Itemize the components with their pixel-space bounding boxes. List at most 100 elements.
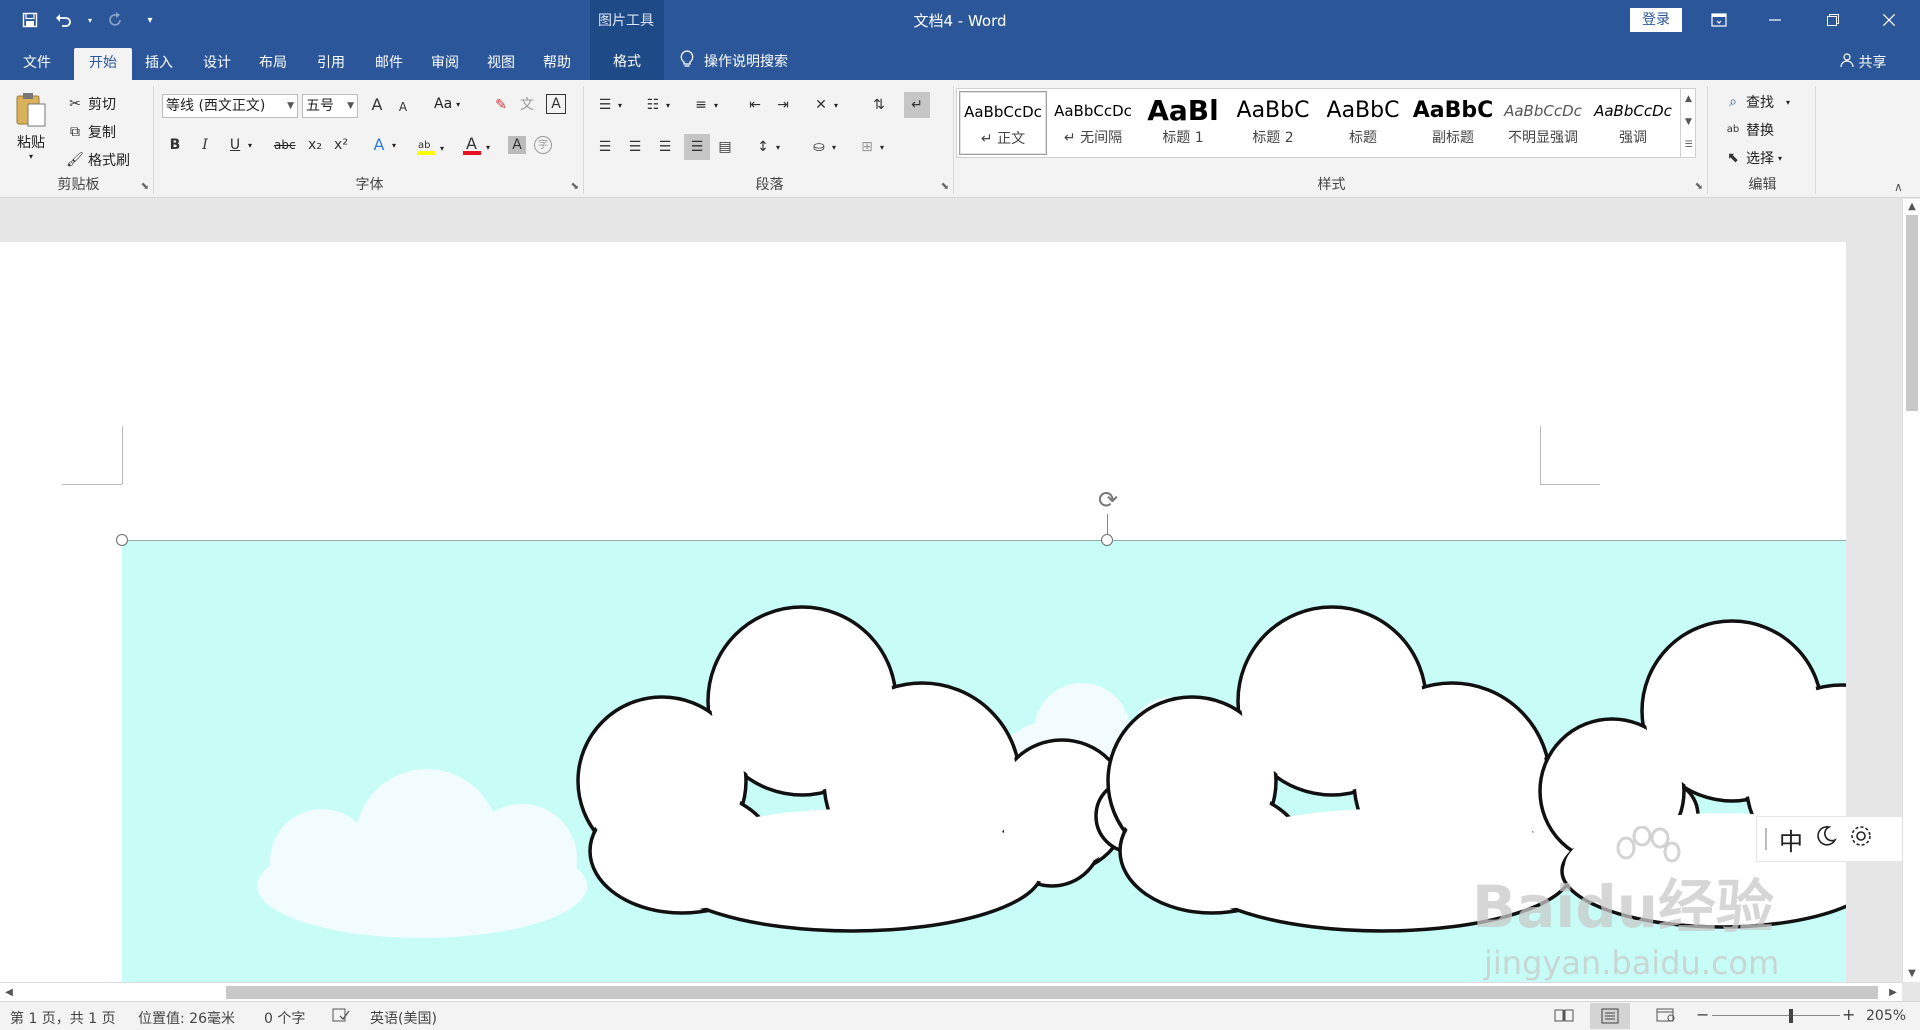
horizontal-scrollbar[interactable]: ◀ ▶ xyxy=(0,982,1902,1001)
tab-help[interactable]: 帮助 xyxy=(532,48,582,80)
tab-home[interactable]: 开始 xyxy=(74,48,132,80)
collapse-ribbon-icon[interactable]: ∧ xyxy=(1894,180,1903,194)
tab-view[interactable]: 视图 xyxy=(476,48,526,80)
borders-button[interactable]: ⊞ ▾ xyxy=(858,138,884,156)
char-border-button[interactable]: A xyxy=(546,94,566,114)
gear-icon[interactable] xyxy=(1849,824,1873,854)
subscript-button[interactable]: x₂ xyxy=(306,136,324,154)
scroll-left-icon[interactable]: ◀ xyxy=(0,983,18,1002)
asian-layout-button[interactable]: ✕ ▾ xyxy=(812,96,838,114)
numbering-button[interactable]: ☷ ▾ xyxy=(644,96,670,114)
vertical-scroll-thumb[interactable] xyxy=(1906,215,1918,411)
grow-font-button[interactable]: A xyxy=(368,96,386,114)
tell-me-search[interactable]: 操作说明搜索 xyxy=(680,50,788,72)
dialog-launcher-icon[interactable]: ⬊ xyxy=(941,181,949,192)
vertical-position[interactable]: 位置值: 26毫米 xyxy=(138,1008,235,1028)
decrease-indent-button[interactable]: ⇤ xyxy=(746,96,764,114)
minimize-icon[interactable] xyxy=(1752,0,1798,40)
ime-mode-toggle[interactable]: 中 xyxy=(1779,822,1803,857)
dialog-launcher-icon[interactable]: ⬊ xyxy=(1695,181,1703,192)
tab-mailings[interactable]: 邮件 xyxy=(364,48,414,80)
zoom-slider[interactable] xyxy=(1712,1015,1840,1016)
resize-handle[interactable] xyxy=(116,534,128,546)
style-item-heading-2[interactable]: AaBbC 标题 2 xyxy=(1229,91,1317,155)
show-marks-button[interactable]: ↵ xyxy=(904,92,930,118)
zoom-level[interactable]: 205% xyxy=(1866,1008,1906,1024)
login-button[interactable]: 登录 xyxy=(1630,8,1682,32)
tab-layout[interactable]: 布局 xyxy=(248,48,298,80)
horizontal-scroll-thumb[interactable] xyxy=(226,986,1878,999)
distributed-button[interactable]: ▤ xyxy=(716,138,734,156)
restore-icon[interactable] xyxy=(1810,0,1856,40)
resize-handle[interactable] xyxy=(1101,534,1113,546)
shading-button[interactable]: ⛀ ▾ xyxy=(810,138,836,156)
dialog-launcher-icon[interactable]: ⬊ xyxy=(141,181,149,192)
rotate-handle-icon[interactable]: ⟳ xyxy=(1094,486,1122,514)
style-item-heading-1[interactable]: AaBl 标题 1 xyxy=(1139,91,1227,155)
chevron-up-icon[interactable]: ▲ xyxy=(1681,88,1696,111)
zoom-out-button[interactable]: − xyxy=(1696,1005,1709,1024)
scroll-up-icon[interactable]: ▲ xyxy=(1903,199,1920,215)
dialog-launcher-icon[interactable]: ⬊ xyxy=(571,181,579,192)
vertical-scrollbar[interactable]: ▲ ▼ xyxy=(1902,199,1920,982)
styles-scroll[interactable]: ▲ ▼ ☰ xyxy=(1680,88,1696,158)
chevron-down-icon[interactable]: ▼ xyxy=(1681,111,1696,134)
enclose-char-button[interactable]: 字 xyxy=(534,136,552,154)
zoom-slider-thumb[interactable] xyxy=(1789,1009,1793,1023)
paste-button[interactable]: 粘贴 ▾ xyxy=(14,90,48,161)
print-layout-icon[interactable] xyxy=(1590,1003,1630,1029)
bullets-button[interactable]: ☰ ▾ xyxy=(596,96,622,114)
select-button[interactable]: ⬉ 选择 ▾ xyxy=(1724,148,1782,168)
increase-indent-button[interactable]: ⇥ xyxy=(774,96,792,114)
text-effects-button[interactable]: A ▾ xyxy=(370,136,397,154)
shrink-font-button[interactable]: A xyxy=(394,98,412,116)
underline-button[interactable]: U ▾ xyxy=(226,136,252,154)
justify-button[interactable]: ☰ xyxy=(684,134,710,160)
font-name-combo[interactable]: 等线 (西文正文) ▼ xyxy=(162,94,298,118)
tab-insert[interactable]: 插入 xyxy=(134,48,184,80)
change-case-button[interactable]: Aa ▾ xyxy=(434,96,460,112)
style-item-normal[interactable]: AaBbCcDc ↵ 正文 xyxy=(959,91,1047,155)
bold-button[interactable]: B xyxy=(166,136,184,154)
style-item-subtle-emphasis[interactable]: AaBbCcDc 不明显强调 xyxy=(1499,91,1587,155)
word-count[interactable]: 0 个字 xyxy=(264,1008,305,1028)
tab-design[interactable]: 设计 xyxy=(192,48,242,80)
tab-references[interactable]: 引用 xyxy=(306,48,356,80)
sort-button[interactable]: ⇅ xyxy=(870,96,888,114)
page-count[interactable]: 第 1 页，共 1 页 xyxy=(10,1008,116,1028)
moon-icon[interactable] xyxy=(1815,825,1837,853)
align-center-button[interactable]: ☰ xyxy=(626,138,644,156)
align-left-button[interactable]: ☰ xyxy=(596,138,614,156)
font-color-button[interactable]: A ▾ xyxy=(462,134,490,160)
tab-file[interactable]: 文件 xyxy=(10,48,64,80)
replace-button[interactable]: ab 替换 xyxy=(1724,120,1774,140)
clear-format-button[interactable]: ✎ xyxy=(492,96,510,114)
scroll-right-icon[interactable]: ▶ xyxy=(1884,983,1902,1002)
style-item-title[interactable]: AaBbC 标题 xyxy=(1319,91,1407,155)
more-styles-icon[interactable]: ☰ xyxy=(1681,134,1696,156)
superscript-button[interactable]: x² xyxy=(332,136,350,154)
zoom-in-button[interactable]: + xyxy=(1842,1005,1855,1024)
multilevel-list-button[interactable]: ≡ ▾ xyxy=(692,96,718,114)
language-indicator[interactable]: 英语(美国) xyxy=(370,1008,437,1028)
line-spacing-button[interactable]: ↕ ▾ xyxy=(754,138,780,156)
cut-button[interactable]: ✂ 剪切 xyxy=(66,94,116,114)
tab-format[interactable]: 格式 xyxy=(590,40,664,80)
scroll-down-icon[interactable]: ▼ xyxy=(1903,966,1920,982)
char-shading-button[interactable]: A xyxy=(508,136,526,154)
tab-review[interactable]: 审阅 xyxy=(420,48,470,80)
ime-drag-handle[interactable] xyxy=(1765,828,1767,850)
italic-button[interactable]: I xyxy=(196,136,214,154)
read-mode-icon[interactable] xyxy=(1554,1008,1574,1026)
style-item-no-spacing[interactable]: AaBbCcDc ↵ 无间隔 xyxy=(1049,91,1137,155)
ribbon-display-icon[interactable] xyxy=(1696,0,1742,40)
web-layout-icon[interactable] xyxy=(1656,1008,1676,1026)
proofing-icon[interactable] xyxy=(332,1008,350,1026)
format-painter-button[interactable]: 🖌 格式刷 xyxy=(66,150,130,170)
close-icon[interactable] xyxy=(1866,0,1912,40)
copy-button[interactable]: ⧉ 复制 xyxy=(66,122,116,142)
style-item-emphasis[interactable]: AaBbCcDc 强调 xyxy=(1589,91,1677,155)
align-right-button[interactable]: ☰ xyxy=(656,138,674,156)
share-button[interactable]: 共享 xyxy=(1840,52,1886,72)
find-button[interactable]: ⌕ 查找 ▾ xyxy=(1724,92,1790,112)
